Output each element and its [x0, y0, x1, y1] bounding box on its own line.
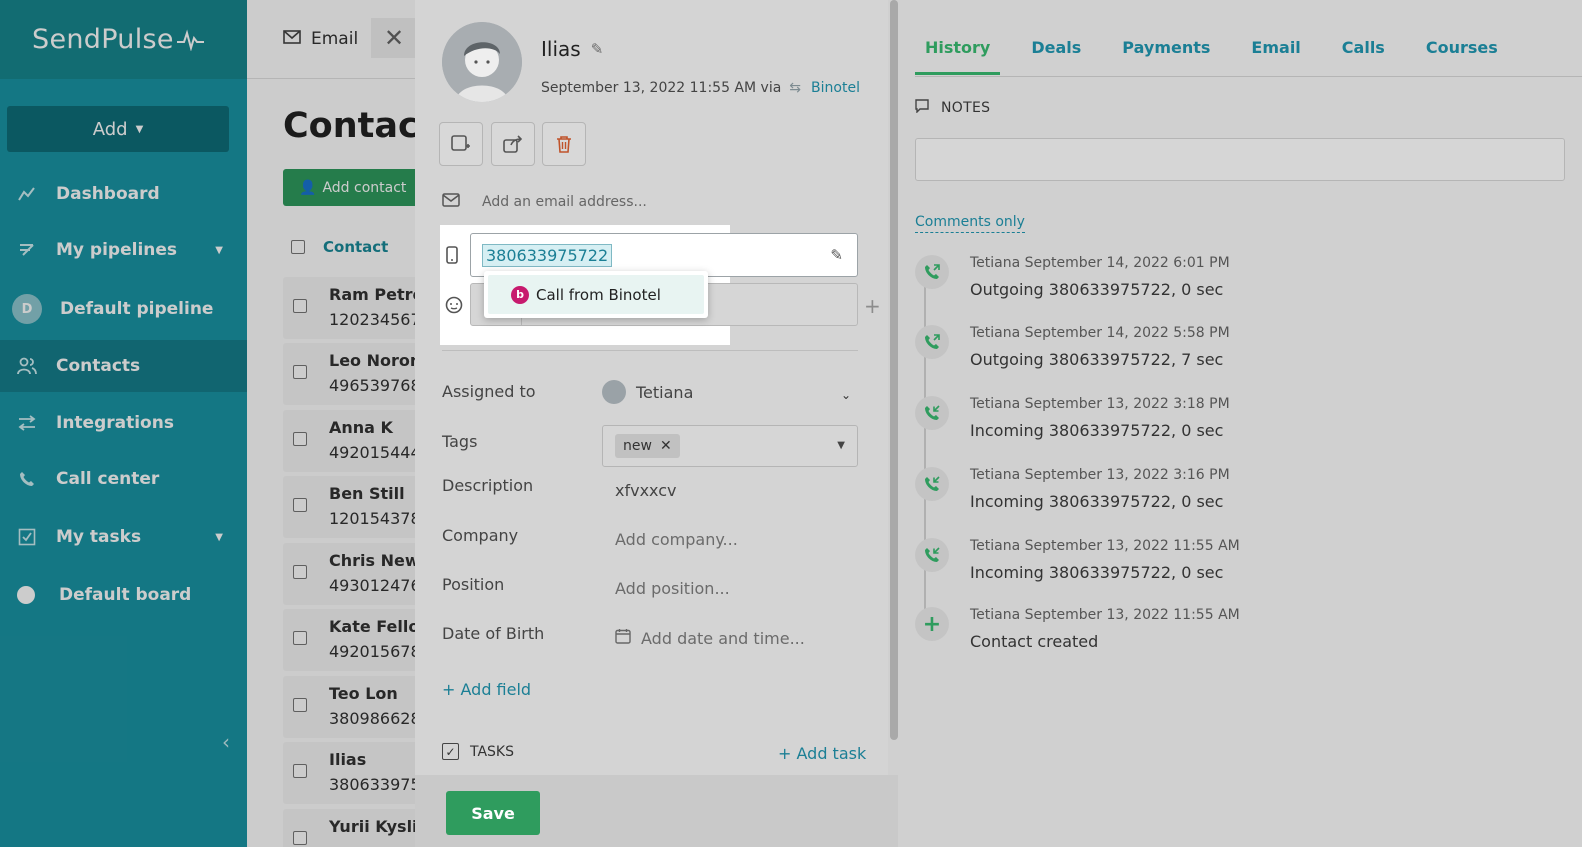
assigned-value: Tetiana — [636, 382, 694, 402]
position-label: Position — [442, 575, 505, 594]
delete-button[interactable] — [542, 122, 586, 166]
tab-courses[interactable]: Courses — [1416, 38, 1508, 75]
timeline-line — [924, 270, 926, 630]
assigned-select[interactable]: Tetiana — [602, 380, 693, 404]
description-label: Description — [442, 476, 534, 495]
event-text: Incoming 380633975722, 0 sec — [970, 563, 1224, 582]
arrows-exchange-icon: ⇆ — [789, 80, 802, 96]
envelope-icon — [442, 193, 460, 211]
chevron-down-icon[interactable]: ⌄ — [841, 388, 851, 402]
phone-call-icon — [915, 255, 949, 289]
tasks-header: ✓ TASKS — [442, 743, 514, 760]
phone-call-icon — [915, 396, 949, 430]
notes-input[interactable] — [915, 138, 1565, 181]
event-meta: Tetiana September 14, 2022 6:01 PM — [970, 255, 1230, 271]
dob-placeholder: Add date and time... — [641, 628, 805, 648]
event-text: Outgoing 380633975722, 0 sec — [970, 280, 1224, 299]
tab-calls[interactable]: Calls — [1332, 38, 1395, 75]
divider — [442, 350, 858, 351]
dob-field[interactable]: Add date and time... — [615, 628, 805, 648]
pencil-icon[interactable]: ✎ — [830, 246, 843, 264]
event-text: Incoming 380633975722, 0 sec — [970, 421, 1224, 440]
history-tabs: History Deals Payments Email Calls Cours… — [915, 38, 1529, 75]
checkbox-checked-icon: ✓ — [442, 743, 459, 760]
binotel-badge-icon: b — [511, 285, 529, 304]
notes-label: NOTES — [941, 100, 991, 116]
tab-deals[interactable]: Deals — [1021, 38, 1091, 75]
save-button[interactable]: Save — [446, 791, 540, 835]
tab-history[interactable]: History — [915, 38, 1001, 75]
mobile-phone-icon — [446, 246, 458, 268]
phone-value[interactable]: 380633975722 — [482, 244, 613, 267]
calendar-icon — [615, 628, 631, 648]
tasks-label: TASKS — [470, 743, 514, 760]
dob-label: Date of Birth — [442, 624, 545, 643]
comment-icon — [915, 99, 929, 117]
contact-panel: Ilias ✎ September 13, 2022 11:55 AM via … — [415, 0, 1582, 847]
call-from-binotel-option[interactable]: b Call from Binotel — [488, 275, 704, 314]
event-text: Incoming 380633975722, 0 sec — [970, 492, 1224, 511]
trash-icon — [557, 136, 571, 153]
phone-call-icon — [915, 467, 949, 501]
event-meta: Tetiana September 13, 2022 3:18 PM — [970, 396, 1230, 412]
messenger-icon — [445, 296, 463, 318]
phone-call-icon — [915, 325, 949, 359]
tag-text: new — [623, 438, 652, 454]
event-text: Outgoing 380633975722, 7 sec — [970, 350, 1224, 369]
contact-name-heading: Ilias ✎ — [541, 37, 603, 61]
event-meta: Tetiana September 13, 2022 11:55 AM — [970, 538, 1240, 554]
phone-call-icon — [915, 538, 949, 572]
tags-select[interactable]: new ✕ ▼ — [602, 425, 858, 467]
avatar — [602, 380, 626, 404]
description-value[interactable]: xfvxxcv — [615, 481, 677, 500]
tab-email[interactable]: Email — [1241, 38, 1310, 75]
add-field-link[interactable]: + Add field — [442, 680, 531, 699]
comments-only-filter[interactable]: Comments only — [915, 214, 1025, 233]
copy-plus-icon — [451, 135, 470, 151]
created-date: September 13, 2022 11:55 AM via — [541, 80, 782, 96]
remove-tag-icon[interactable]: ✕ — [660, 438, 672, 454]
tags-label: Tags — [442, 432, 478, 451]
event-meta: Tetiana September 14, 2022 5:58 PM — [970, 325, 1230, 341]
plus-icon[interactable]: + — [864, 294, 881, 318]
tab-payments[interactable]: Payments — [1112, 38, 1220, 75]
source-link[interactable]: Binotel — [811, 80, 860, 96]
email-row[interactable]: Add an email address... — [442, 193, 647, 211]
caret-down-icon[interactable]: ▼ — [837, 440, 845, 451]
duplicate-button[interactable] — [439, 122, 483, 166]
notes-header: NOTES — [915, 99, 990, 117]
created-info: September 13, 2022 11:55 AM via ⇆ Binote… — [541, 80, 860, 96]
plus-icon: + — [915, 607, 949, 641]
event-meta: Tetiana September 13, 2022 11:55 AM — [970, 607, 1240, 623]
company-label: Company — [442, 526, 519, 545]
assigned-label: Assigned to — [442, 382, 536, 401]
share-icon — [503, 135, 523, 153]
email-placeholder: Add an email address... — [482, 194, 647, 210]
contact-name-text: Ilias — [541, 37, 581, 61]
tag-chip: new ✕ — [615, 434, 680, 458]
tabs-divider — [915, 76, 1582, 77]
option-label: Call from Binotel — [536, 285, 661, 304]
phone-action-dropdown: b Call from Binotel — [484, 271, 708, 318]
pencil-icon[interactable]: ✎ — [591, 40, 604, 58]
add-task-link[interactable]: + Add task — [778, 744, 866, 763]
event-meta: Tetiana September 13, 2022 3:16 PM — [970, 467, 1230, 483]
company-field[interactable]: Add company... — [615, 530, 738, 549]
avatar[interactable] — [442, 22, 522, 102]
scrollbar[interactable] — [890, 0, 898, 740]
event-text: Contact created — [970, 632, 1099, 651]
position-field[interactable]: Add position... — [615, 579, 730, 598]
share-button[interactable] — [491, 122, 535, 166]
